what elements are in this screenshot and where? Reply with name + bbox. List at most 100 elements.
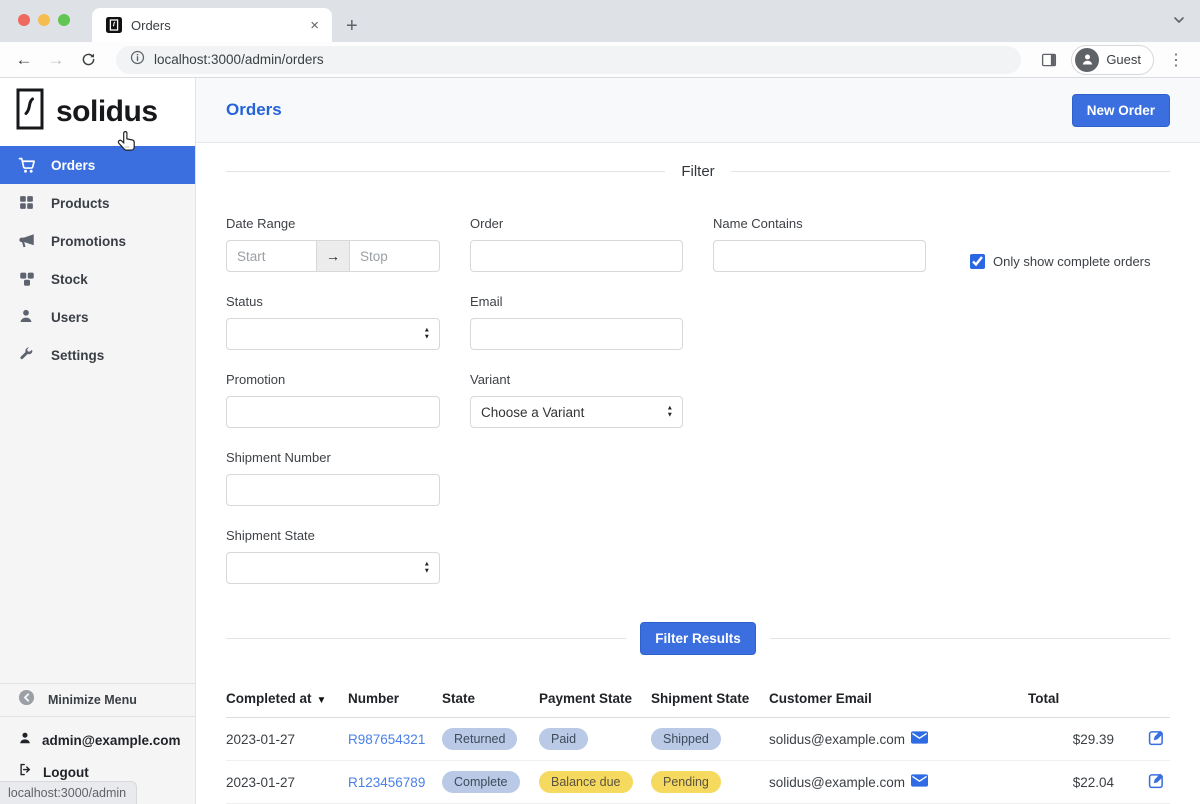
sidebar-item-stock[interactable]: Stock [0,260,195,298]
account-email[interactable]: admin@example.com [18,731,195,750]
logout-button[interactable]: Logout [18,762,195,782]
order-field: Order [470,216,683,272]
forward-button[interactable]: → [42,46,70,74]
variant-label: Variant [470,372,683,387]
filter-results-button[interactable]: Filter Results [640,622,756,655]
promotion-label: Promotion [226,372,440,387]
order-number-link[interactable]: R123456789 [348,775,425,790]
email-field: Email [470,294,683,350]
col-shipment-state[interactable]: Shipment State [651,679,769,718]
only-complete-orders-checkbox[interactable] [970,254,985,269]
account-email-text: admin@example.com [42,733,180,748]
sidebar-item-orders[interactable]: Orders [0,146,195,184]
browser-status-bar: localhost:3000/admin [0,781,137,804]
sidebar-item-label: Orders [51,158,95,173]
variant-field: Variant Choose a Variant ▲▼ [470,372,683,428]
order-number-link[interactable]: R987654321 [348,732,425,747]
customer-email-cell: solidus@example.com [769,718,1028,761]
logout-label: Logout [43,765,89,780]
email-envelope-icon[interactable] [905,774,928,787]
order-label: Order [470,216,683,231]
back-button[interactable]: ← [10,46,38,74]
col-customer-email[interactable]: Customer Email [769,679,1028,718]
edit-order-icon[interactable] [1147,771,1166,790]
admin-sidebar: solidus Orders Products Promotions Stock [0,78,196,804]
col-number[interactable]: Number [348,679,442,718]
solidus-favicon-icon [106,17,122,33]
browser-tab[interactable]: Orders × [92,8,332,42]
solidus-logo-text: solidus [56,95,158,129]
promotion-input[interactable] [226,396,440,428]
state-badge: Returned [442,728,517,750]
sidebar-item-products[interactable]: Products [0,184,195,222]
tab-search-chevron-icon[interactable] [1172,13,1186,32]
customer-email-cell: solidus@example.com [769,761,1028,804]
payment-state-badge: Balance due [539,771,633,793]
date-range-field: Date Range → [226,216,440,272]
sidebar-item-label: Users [51,310,89,325]
stock-boxes-icon [18,270,36,288]
profile-name: Guest [1106,52,1141,67]
select-arrows-icon: ▲▼ [424,328,430,341]
grid-icon [18,194,36,212]
tab-close-icon[interactable]: × [307,17,322,34]
status-field: Status ▲▼ [226,294,440,350]
complete-orders-checkbox-field: Only show complete orders [956,250,1170,272]
shipment-number-input[interactable] [226,474,440,506]
col-payment-state[interactable]: Payment State [539,679,651,718]
col-completed-at[interactable]: Completed at▼ [226,679,348,718]
date-range-arrow-icon: → [316,240,350,272]
sidebar-item-settings[interactable]: Settings [0,336,195,374]
sidebar-item-label: Settings [51,348,104,363]
megaphone-icon [18,232,36,250]
minimize-menu-label: Minimize Menu [48,693,137,707]
new-tab-button[interactable]: + [346,16,358,36]
address-bar[interactable]: localhost:3000/admin/orders [116,46,1021,74]
solidus-logo-icon [16,88,46,137]
table-header-row: Completed at▼ Number State Payment State… [226,679,1170,718]
solidus-logo[interactable]: solidus [0,78,195,146]
select-arrows-icon: ▲▼ [667,406,673,419]
edit-order-icon[interactable] [1147,728,1166,747]
window-zoom-button[interactable] [58,14,70,26]
date-stop-input[interactable] [349,240,440,272]
sidebar-item-users[interactable]: Users [0,298,195,336]
side-panel-icon[interactable] [1035,46,1063,74]
cart-icon [18,156,36,174]
new-order-button[interactable]: New Order [1072,94,1170,127]
filter-submit-row: Filter Results [226,622,1170,655]
sidebar-item-label: Promotions [51,234,126,249]
shipment-state-badge: Shipped [651,728,721,750]
name-contains-input[interactable] [713,240,926,272]
person-icon [18,731,32,750]
window-close-button[interactable] [18,14,30,26]
date-start-input[interactable] [226,240,317,272]
chevron-left-circle-icon [18,689,35,711]
variant-select[interactable]: Choose a Variant ▲▼ [470,396,683,428]
window-controls[interactable] [18,14,70,26]
browser-menu-icon[interactable]: ⋮ [1162,50,1190,70]
sidebar-item-label: Stock [51,272,88,287]
page-title: Orders [226,100,282,120]
shipment-state-badge: Pending [651,771,721,793]
name-contains-label: Name Contains [713,216,926,231]
orders-table: Completed at▼ Number State Payment State… [226,679,1170,804]
status-label: Status [226,294,440,309]
browser-profile-button[interactable]: Guest [1071,45,1154,75]
sidebar-item-promotions[interactable]: Promotions [0,222,195,260]
site-info-icon[interactable] [130,50,145,70]
table-row: 2023-01-27 R987654321 Returned Paid Ship… [226,718,1170,761]
total-cell: $29.39 [1028,718,1118,761]
col-state[interactable]: State [442,679,539,718]
reload-button[interactable] [74,46,102,74]
shipment-state-select[interactable]: ▲▼ [226,552,440,584]
status-select[interactable]: ▲▼ [226,318,440,350]
email-envelope-icon[interactable] [905,731,928,744]
user-icon [18,308,36,326]
window-minimize-button[interactable] [38,14,50,26]
minimize-menu-button[interactable]: Minimize Menu [0,683,195,717]
col-total[interactable]: Total [1028,679,1118,718]
total-cell: $22.04 [1028,761,1118,804]
email-input[interactable] [470,318,683,350]
order-input[interactable] [470,240,683,272]
